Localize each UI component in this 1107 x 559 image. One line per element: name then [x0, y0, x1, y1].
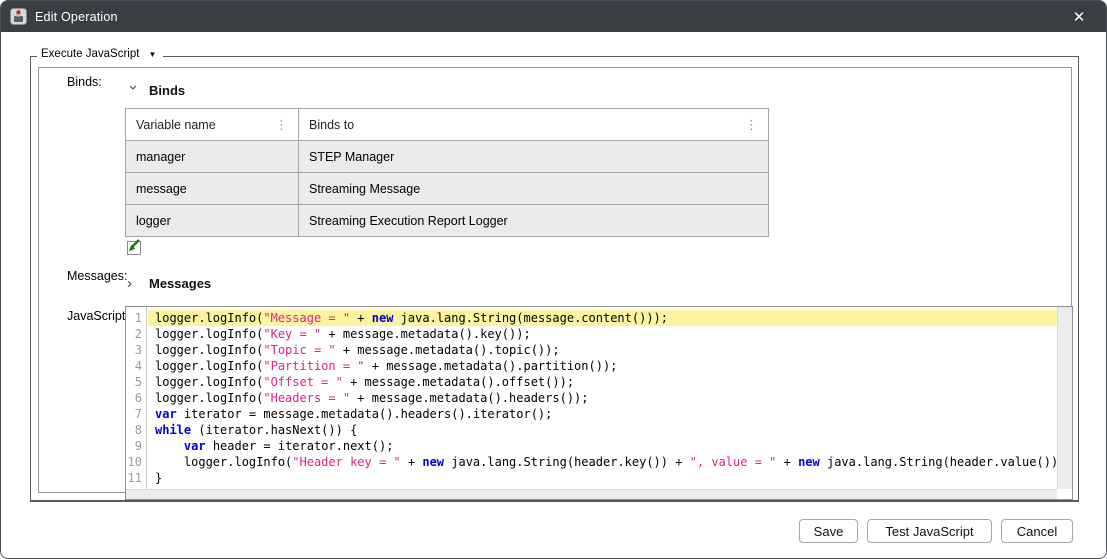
cancel-button[interactable]: Cancel: [1001, 519, 1073, 543]
code-line[interactable]: logger.logInfo("Offset = " + message.met…: [148, 374, 1057, 390]
operation-form-panel: Binds: › Binds Variable name ⋮: [38, 67, 1072, 493]
column-header-variable-name[interactable]: Variable name ⋮: [126, 109, 299, 141]
window-title: Edit Operation: [35, 10, 118, 24]
line-number: 5: [126, 374, 146, 390]
edit-bind-button[interactable]: [125, 239, 143, 256]
window-titlebar: Edit Operation ✕: [1, 1, 1106, 32]
code-line[interactable]: logger.logInfo("Topic = " + message.meta…: [148, 342, 1057, 358]
code-lines[interactable]: logger.logInfo("Message = " + new java.l…: [148, 307, 1057, 489]
javascript-field-label: JavaScript:: [67, 309, 129, 323]
code-gutter: 1234567891011: [126, 307, 147, 489]
messages-section-toggle[interactable]: › Messages: [127, 276, 211, 291]
line-number: 11: [126, 470, 146, 486]
table-row[interactable]: logger Streaming Execution Report Logger: [126, 205, 769, 237]
code-line[interactable]: logger.logInfo("Key = " + message.metada…: [148, 326, 1057, 342]
edit-cell-icon: [125, 239, 143, 256]
line-number: 7: [126, 406, 146, 422]
column-menu-kebab-icon[interactable]: ⋮: [275, 117, 288, 133]
chevron-down-icon: ›: [128, 85, 138, 97]
save-button[interactable]: Save: [799, 519, 858, 543]
cell-variable-name[interactable]: message: [126, 173, 299, 205]
code-line[interactable]: logger.logInfo("Headers = " + message.me…: [148, 390, 1057, 406]
dialog-body: Execute JavaScript ▼ Binds: › Binds: [1, 32, 1106, 558]
line-number: 4: [126, 358, 146, 374]
binds-table-header-row: Variable name ⋮ Binds to ⋮: [126, 109, 769, 141]
cell-binds-to[interactable]: Streaming Execution Report Logger: [299, 205, 769, 237]
binds-table: Variable name ⋮ Binds to ⋮: [125, 108, 769, 237]
groupbox-legend-label: Execute JavaScript: [41, 48, 139, 60]
code-line[interactable]: while (iterator.hasNext()) {: [148, 422, 1057, 438]
table-row[interactable]: message Streaming Message: [126, 173, 769, 205]
cell-variable-name[interactable]: manager: [126, 141, 299, 173]
vertical-scrollbar[interactable]: [1057, 307, 1072, 489]
column-menu-kebab-icon[interactable]: ⋮: [745, 117, 758, 133]
column-header-label: Binds to: [309, 118, 354, 132]
column-header-label: Variable name: [136, 118, 216, 132]
binds-section-title: Binds: [149, 83, 185, 98]
horizontal-scrollbar[interactable]: [126, 489, 1057, 499]
line-number: 3: [126, 342, 146, 358]
code-line[interactable]: }: [148, 470, 1057, 486]
cell-binds-to[interactable]: STEP Manager: [299, 141, 769, 173]
close-button[interactable]: ✕: [1062, 5, 1096, 29]
line-number: 8: [126, 422, 146, 438]
cell-binds-to[interactable]: Streaming Message: [299, 173, 769, 205]
code-line[interactable]: logger.logInfo("Header key = " + new jav…: [148, 454, 1057, 470]
line-number: 2: [126, 326, 146, 342]
binds-section-toggle[interactable]: › Binds: [127, 83, 185, 98]
binds-field-label: Binds:: [67, 75, 102, 89]
javascript-code-editor[interactable]: 1234567891011 logger.logInfo("Message = …: [125, 306, 1073, 500]
test-javascript-button[interactable]: Test JavaScript: [867, 519, 992, 543]
messages-section-title: Messages: [149, 276, 211, 291]
code-line[interactable]: logger.logInfo("Message = " + new java.l…: [148, 310, 1057, 326]
line-number: 6: [126, 390, 146, 406]
cell-variable-name[interactable]: logger: [126, 205, 299, 237]
dropdown-arrow-icon: ▼: [148, 50, 156, 59]
edit-operation-dialog: Edit Operation ✕ Execute JavaScript ▼ Bi…: [0, 0, 1107, 559]
column-header-binds-to[interactable]: Binds to ⋮: [299, 109, 769, 141]
groupbox-execute-javascript: Execute JavaScript ▼ Binds: › Binds: [30, 56, 1079, 502]
table-row[interactable]: manager STEP Manager: [126, 141, 769, 173]
code-line[interactable]: var header = iterator.next();: [148, 438, 1057, 454]
line-number: 9: [126, 438, 146, 454]
line-number: 1: [126, 310, 146, 326]
messages-field-label: Messages:: [67, 269, 127, 283]
line-number: 10: [126, 454, 146, 470]
app-icon: [10, 8, 27, 25]
chevron-right-icon: ›: [127, 279, 139, 289]
code-line[interactable]: logger.logInfo("Partition = " + message.…: [148, 358, 1057, 374]
operation-type-dropdown[interactable]: Execute JavaScript ▼: [37, 48, 163, 60]
code-line[interactable]: var iterator = message.metadata().header…: [148, 406, 1057, 422]
